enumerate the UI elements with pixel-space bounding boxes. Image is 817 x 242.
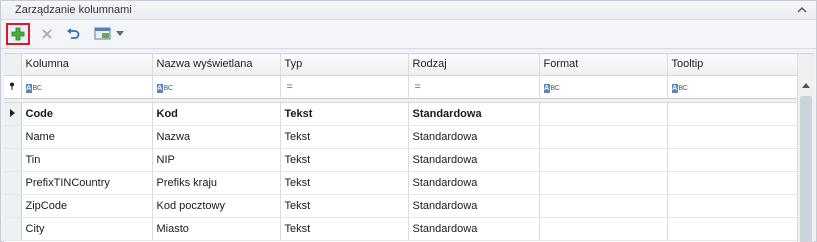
columns-grid: Kolumna Nazwa wyświetlana Typ Rodzaj For… — [4, 53, 814, 242]
cell-format[interactable] — [539, 171, 668, 195]
column-header-rodzaj[interactable]: Rodzaj — [408, 54, 540, 76]
cell-tooltip[interactable] — [667, 148, 798, 172]
caret-right-icon — [9, 108, 15, 117]
filter-cell-kolumna[interactable]: A BC — [21, 75, 153, 99]
cell-kolumna[interactable]: City — [21, 217, 153, 241]
panel-header: Zarządzanie kolumnami — [1, 1, 816, 20]
filter-cell-typ[interactable]: = — [280, 75, 409, 99]
cell-format[interactable] — [539, 148, 668, 172]
cell-format[interactable] — [539, 217, 668, 241]
cell-rodzaj[interactable]: Standardowa — [408, 125, 540, 149]
cell-typ[interactable]: Tekst — [280, 148, 409, 172]
chevron-down-icon — [116, 31, 124, 36]
current-row-indicator — [4, 102, 22, 126]
column-header-tooltip[interactable]: Tooltip — [667, 54, 798, 76]
cell-tooltip[interactable] — [667, 102, 798, 126]
filter-cell-tooltip[interactable]: A BC — [667, 75, 798, 99]
cell-kolumna[interactable]: ZipCode — [21, 194, 153, 218]
undo-icon — [67, 28, 80, 39]
filter-row: A BC A BC = = A BC A BC — [4, 75, 798, 99]
delete-icon — [42, 29, 52, 39]
cell-format[interactable] — [539, 102, 668, 126]
cell-rodzaj[interactable]: Standardowa — [408, 217, 540, 241]
row-indicator — [4, 217, 22, 241]
scroll-up-button[interactable] — [798, 77, 814, 94]
cell-typ[interactable]: Tekst — [280, 194, 409, 218]
add-icon — [11, 27, 25, 41]
cell-tooltip[interactable] — [667, 194, 798, 218]
row-indicator — [4, 125, 22, 149]
cell-tooltip[interactable] — [667, 125, 798, 149]
column-header-nazwa[interactable]: Nazwa wyświetlana — [152, 54, 281, 76]
table-row[interactable]: ZipCode Kod pocztowy Tekst Standardowa — [4, 194, 798, 218]
abc-icon: A BC — [25, 83, 42, 93]
equals-icon: = — [286, 80, 293, 93]
arrow-up-icon — [802, 83, 810, 88]
cell-nazwa[interactable]: Nazwa — [152, 125, 281, 149]
table-row[interactable]: Code Kod Tekst Standardowa — [4, 102, 798, 126]
table-row[interactable]: Name Nazwa Tekst Standardowa — [4, 125, 798, 149]
filter-row-indicator — [4, 75, 22, 99]
cell-typ[interactable]: Tekst — [280, 217, 409, 241]
column-management-panel: Zarządzanie kolumnami Kolumna Nazwa wyśw… — [0, 0, 817, 242]
cell-tooltip[interactable] — [667, 171, 798, 195]
undo-button[interactable] — [62, 23, 84, 45]
cell-nazwa[interactable]: Prefiks kraju — [152, 171, 281, 195]
toolbar — [1, 20, 816, 49]
cell-rodzaj[interactable]: Standardowa — [408, 194, 540, 218]
cell-nazwa[interactable]: Kod pocztowy — [152, 194, 281, 218]
scrollbar-thumb[interactable] — [800, 96, 812, 242]
row-indicator — [4, 194, 22, 218]
grid-view-icon — [94, 27, 111, 40]
equals-icon: = — [414, 80, 421, 93]
table-row[interactable]: City Miasto Tekst Standardowa — [4, 217, 798, 241]
cell-tooltip[interactable] — [667, 217, 798, 241]
cell-kolumna[interactable]: PrefixTINCountry — [21, 171, 153, 195]
filter-pin-icon — [10, 82, 15, 90]
row-indicator — [4, 148, 22, 172]
cell-format[interactable] — [539, 194, 668, 218]
cell-kolumna[interactable]: Tin — [21, 148, 153, 172]
chevron-up-icon[interactable] — [796, 4, 808, 16]
add-button[interactable] — [6, 23, 30, 45]
row-indicator-header — [4, 54, 22, 76]
grid-view-dropdown[interactable] — [89, 23, 129, 45]
abc-icon: A BC — [671, 83, 688, 93]
delete-button[interactable] — [36, 23, 58, 45]
cell-nazwa[interactable]: NIP — [152, 148, 281, 172]
cell-typ[interactable]: Tekst — [280, 171, 409, 195]
cell-nazwa[interactable]: Kod — [152, 102, 281, 126]
vertical-scrollbar[interactable] — [797, 54, 814, 242]
abc-icon: A BC — [156, 83, 173, 93]
table-row[interactable]: PrefixTINCountry Prefiks kraju Tekst Sta… — [4, 171, 798, 195]
panel-title: Zarządzanie kolumnami — [15, 4, 132, 16]
filter-cell-format[interactable]: A BC — [539, 75, 668, 99]
cell-typ[interactable]: Tekst — [280, 102, 409, 126]
filter-cell-rodzaj[interactable]: = — [408, 75, 540, 99]
table-row[interactable]: Tin NIP Tekst Standardowa — [4, 148, 798, 172]
cell-rodzaj[interactable]: Standardowa — [408, 102, 540, 126]
cell-rodzaj[interactable]: Standardowa — [408, 171, 540, 195]
header-row: Kolumna Nazwa wyświetlana Typ Rodzaj For… — [4, 54, 798, 76]
cell-nazwa[interactable]: Miasto — [152, 217, 281, 241]
filter-cell-nazwa[interactable]: A BC — [152, 75, 281, 99]
column-header-typ[interactable]: Typ — [280, 54, 409, 76]
cell-kolumna[interactable]: Code — [21, 102, 153, 126]
abc-icon: A BC — [543, 83, 560, 93]
column-header-kolumna[interactable]: Kolumna — [21, 54, 153, 76]
cell-format[interactable] — [539, 125, 668, 149]
columns-table: Kolumna Nazwa wyświetlana Typ Rodzaj For… — [4, 54, 798, 241]
cell-typ[interactable]: Tekst — [280, 125, 409, 149]
cell-rodzaj[interactable]: Standardowa — [408, 148, 540, 172]
column-header-format[interactable]: Format — [539, 54, 668, 76]
row-indicator — [4, 171, 22, 195]
cell-kolumna[interactable]: Name — [21, 125, 153, 149]
